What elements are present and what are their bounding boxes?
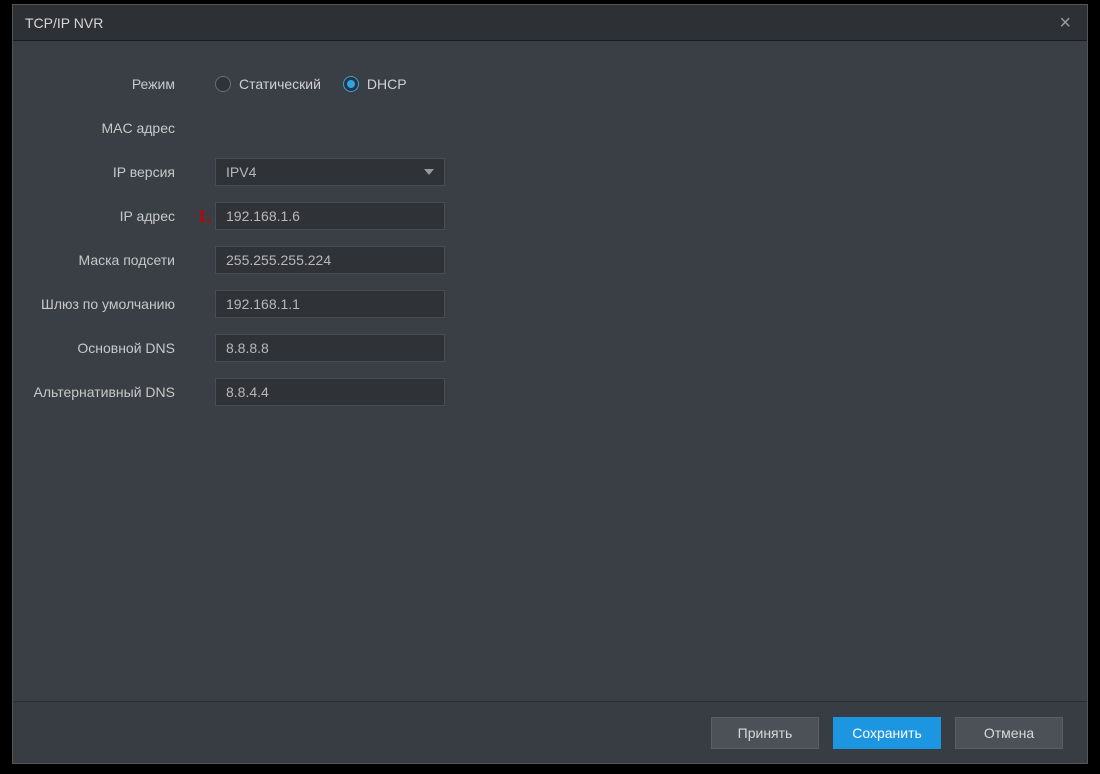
save-button[interactable]: Сохранить <box>833 717 941 749</box>
annotation-1: 1. <box>193 206 215 227</box>
label-subnet: Маска подсети <box>33 252 193 268</box>
label-mac: MAC адрес <box>33 120 193 136</box>
dialog-footer: Принять Сохранить Отмена <box>13 701 1087 763</box>
label-dns-primary: Основной DNS <box>33 340 193 356</box>
chevron-down-icon <box>424 169 434 175</box>
cancel-button[interactable]: Отмена <box>955 717 1063 749</box>
close-icon[interactable]: × <box>1055 11 1075 35</box>
subnet-mask-input[interactable] <box>215 246 445 274</box>
row-dns-primary: Основной DNS <box>33 333 1067 363</box>
row-gateway: Шлюз по умолчанию <box>33 289 1067 319</box>
ip-address-input[interactable] <box>215 202 445 230</box>
radio-icon-selected <box>343 76 359 92</box>
mode-radio-group: Статический DHCP <box>215 76 407 92</box>
radio-dhcp[interactable]: DHCP <box>343 76 407 92</box>
label-mode: Режим <box>33 76 193 92</box>
row-subnet: Маска подсети <box>33 245 1067 275</box>
radio-dhcp-label: DHCP <box>367 76 407 92</box>
row-ip-version: IP версия IPV4 <box>33 157 1067 187</box>
gateway-input[interactable] <box>215 290 445 318</box>
dns-alt-input[interactable] <box>215 378 445 406</box>
dialog-titlebar: TCP/IP NVR × <box>13 5 1087 41</box>
radio-static[interactable]: Статический <box>215 76 321 92</box>
radio-dot-icon <box>347 80 355 88</box>
dialog-content: Режим Статический DHCP MAC адрес IP верс… <box>13 41 1087 701</box>
apply-button[interactable]: Принять <box>711 717 819 749</box>
dialog-title: TCP/IP NVR <box>25 15 103 31</box>
radio-static-label: Статический <box>239 76 321 92</box>
row-ip-address: IP адрес 1. <box>33 201 1067 231</box>
row-mode: Режим Статический DHCP <box>33 69 1067 99</box>
label-ip-version: IP версия <box>33 164 193 180</box>
label-ip-address: IP адрес <box>33 208 193 224</box>
tcpip-dialog: TCP/IP NVR × Режим Статический DHCP MAC … <box>12 4 1088 764</box>
row-dns-alt: Альтернативный DNS <box>33 377 1067 407</box>
row-mac: MAC адрес <box>33 113 1067 143</box>
label-gateway: Шлюз по умолчанию <box>33 296 193 312</box>
ip-version-value: IPV4 <box>226 164 256 180</box>
radio-icon <box>215 76 231 92</box>
dns-primary-input[interactable] <box>215 334 445 362</box>
ip-version-select[interactable]: IPV4 <box>215 158 445 186</box>
label-dns-alt: Альтернативный DNS <box>33 384 193 400</box>
